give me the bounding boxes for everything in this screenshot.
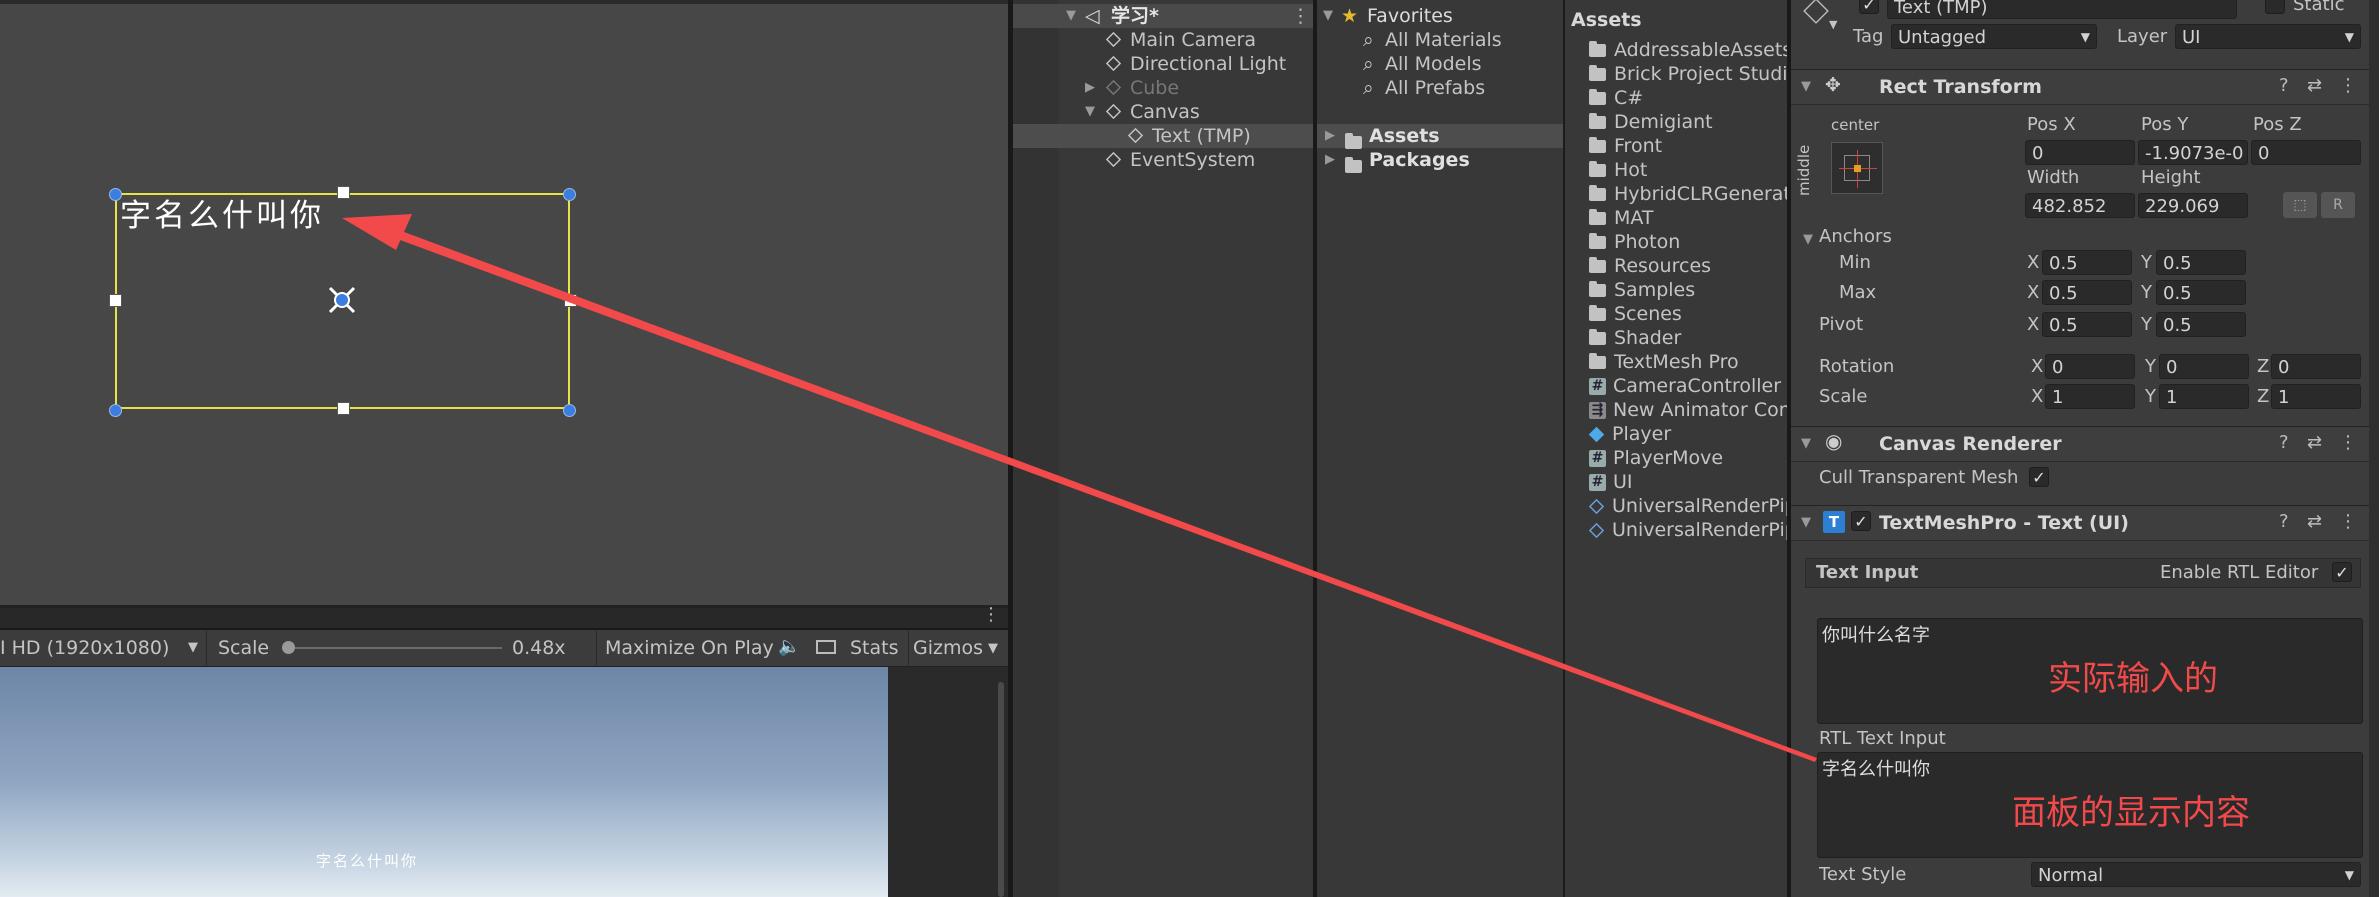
annotation-arrow-shaft xyxy=(392,229,1817,762)
annotation-arrow xyxy=(342,214,1817,762)
annotation-arrow-head xyxy=(342,214,412,250)
